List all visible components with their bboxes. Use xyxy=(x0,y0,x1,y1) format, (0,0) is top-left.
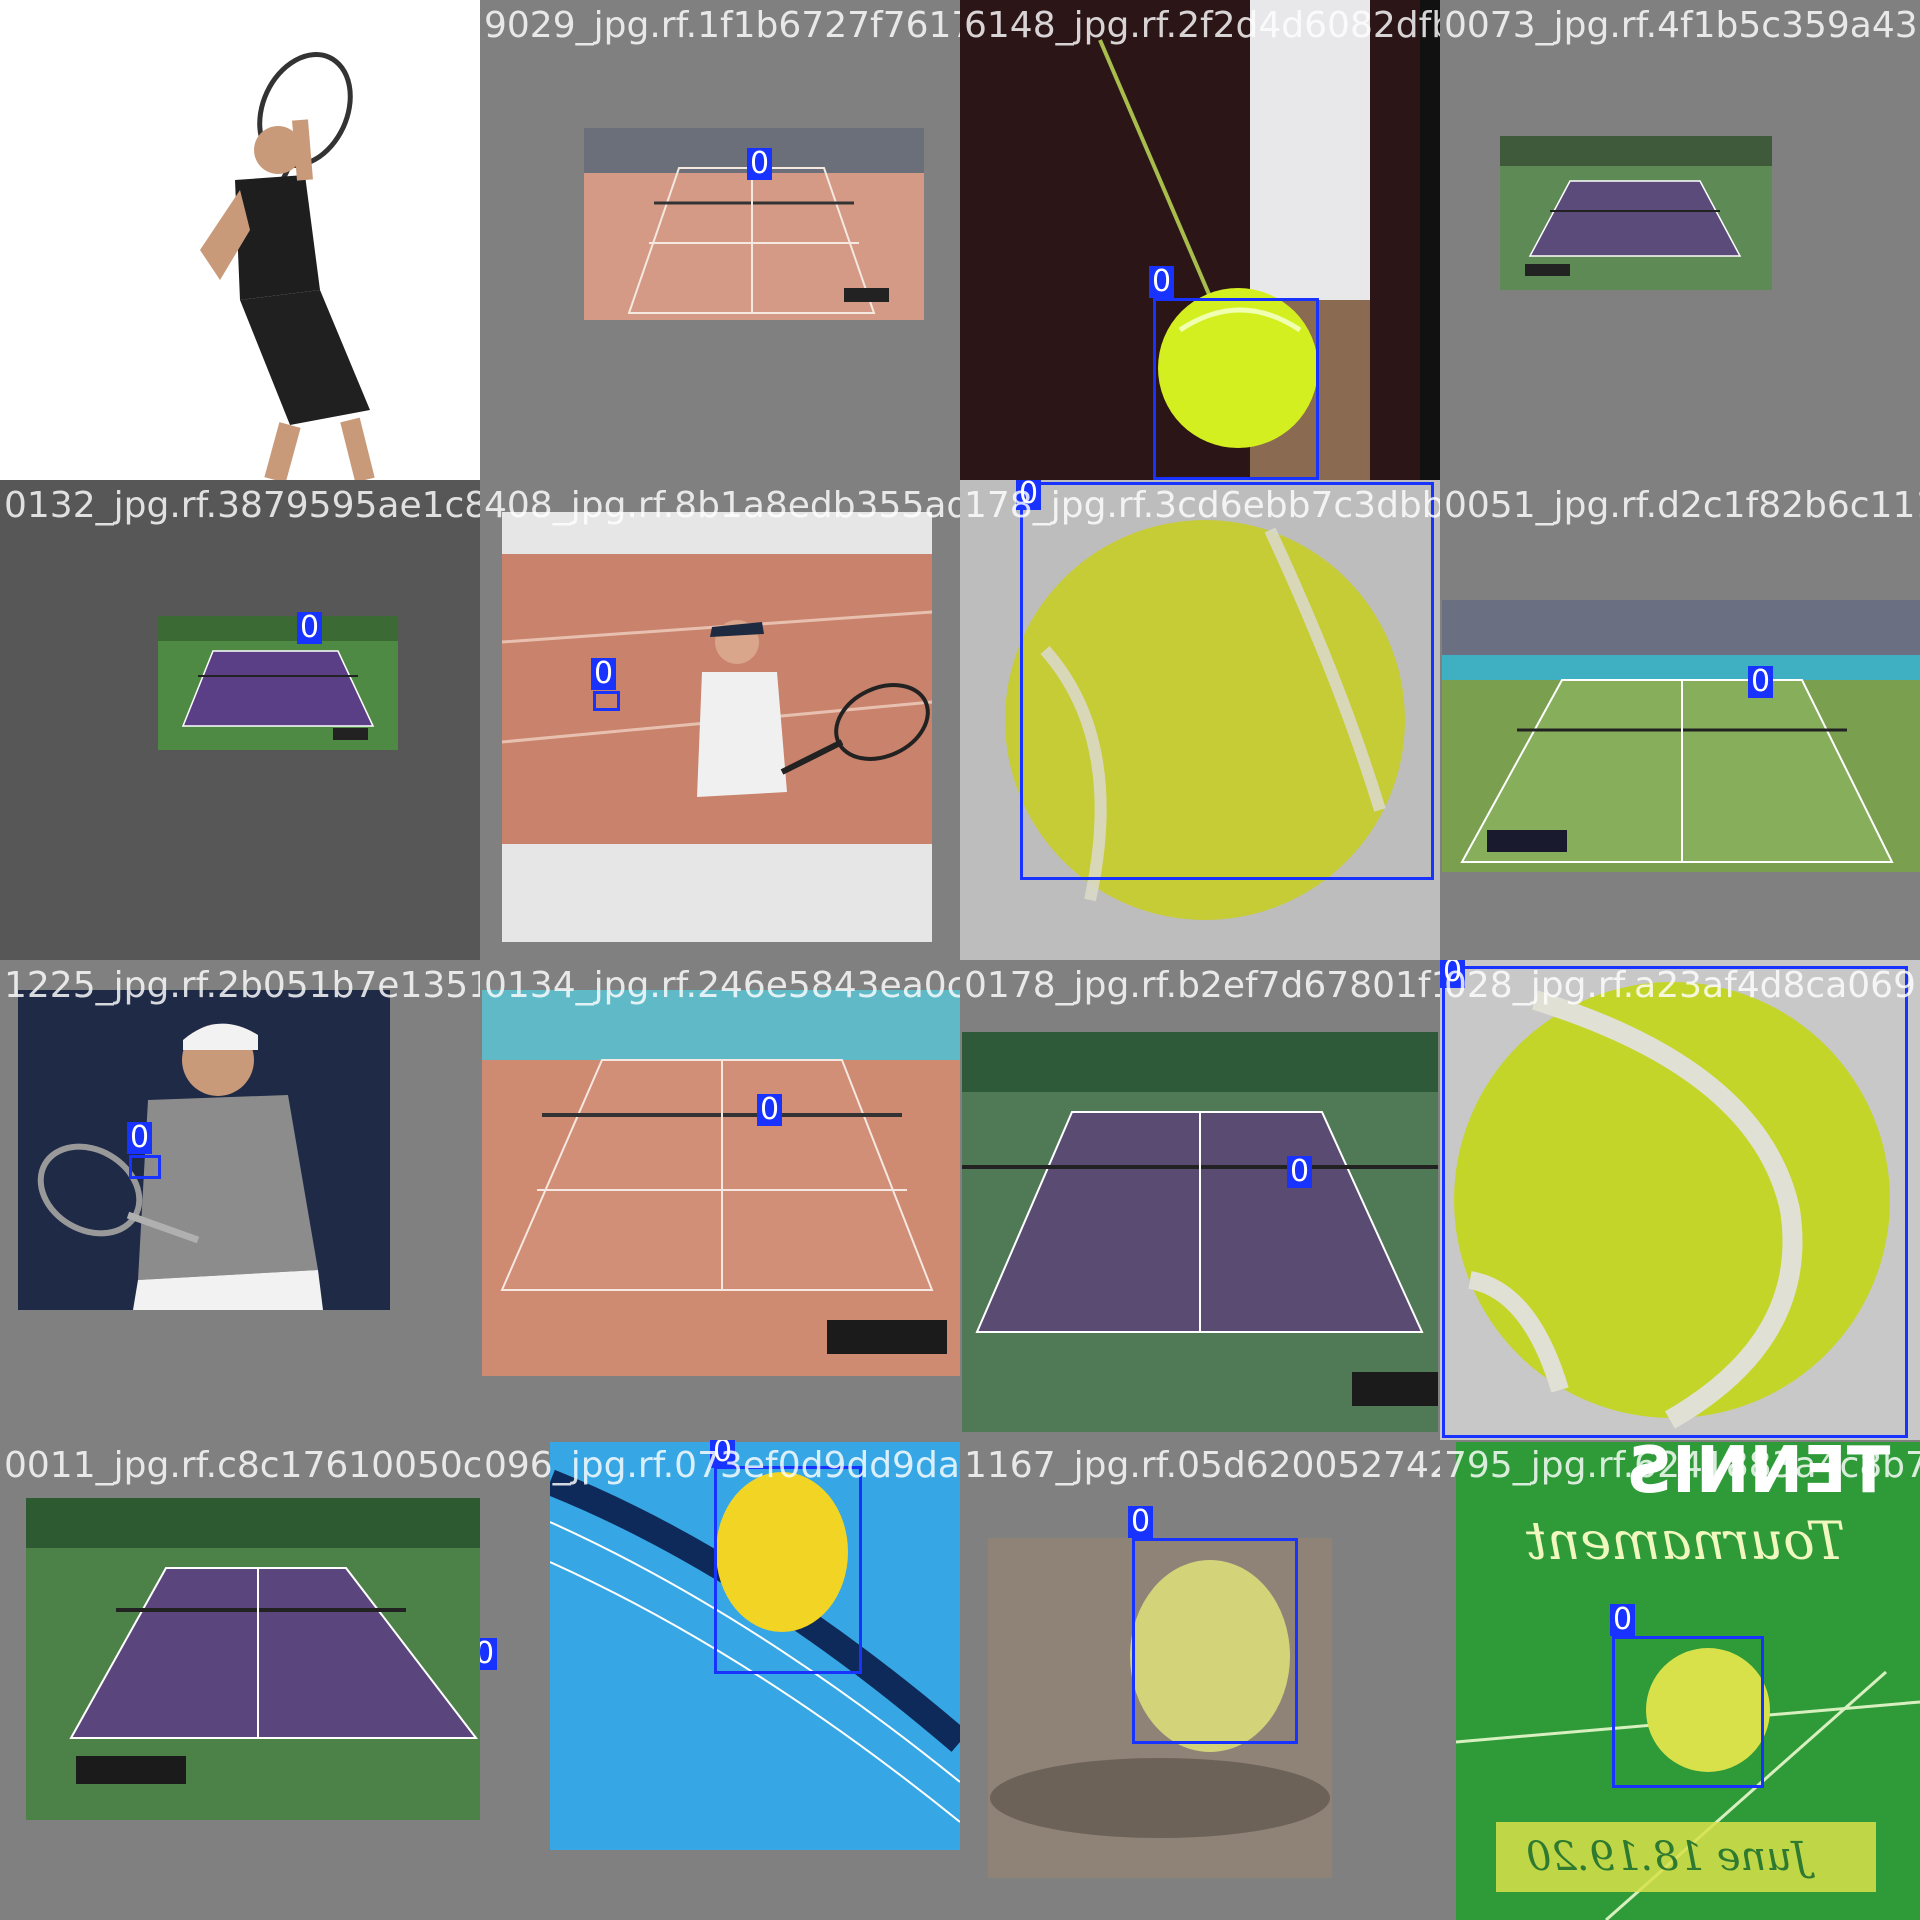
tile-filename: 0132_jpg.rf.3879595ae1c81 xyxy=(4,485,480,526)
ball-bounding-box xyxy=(714,1466,862,1674)
hard-court-photo xyxy=(962,1032,1438,1432)
ball-bounding-box xyxy=(1153,298,1319,480)
class-label: 0 xyxy=(480,1638,498,1670)
tile-filename: 028_jpg.rf.a23af4d8ca069 xyxy=(1444,965,1916,1006)
tile-filename: 0011_jpg.rf.c8c17610050c1 xyxy=(4,1445,480,1486)
tile-filename: 096_jpg.rf.073ef0d9dd9dae xyxy=(484,1445,960,1486)
class-label: 0 xyxy=(297,612,323,644)
ball-bounding-box xyxy=(1442,966,1908,1438)
tile-filename: 795_jpg.rf.6241883a4c8b7 xyxy=(1444,1445,1920,1486)
tile-filename: 178_jpg.rf.3cd6ebb7c3dbb2 xyxy=(964,485,1440,526)
ball-bounding-box xyxy=(1612,1636,1764,1788)
tile-12: 0 028_jpg.rf.a23af4d8ca069 xyxy=(1440,960,1920,1440)
player-serving-photo xyxy=(200,52,375,480)
tile-2: 0 9029_jpg.rf.1f1b6727f761756bfe xyxy=(480,0,960,480)
hard-court-photo xyxy=(1500,136,1772,290)
class-label: 0 xyxy=(1748,666,1774,698)
tile-5: 0 0132_jpg.rf.3879595ae1c81 xyxy=(0,480,480,960)
tile-filename: 408_jpg.rf.8b1a8edb355ad xyxy=(484,485,960,526)
player-backhand-photo xyxy=(18,990,390,1310)
tile-9: 0 1225_jpg.rf.2b051b7e13519 xyxy=(0,960,480,1440)
mosaic-grid: 405_jpg.rf.f4992da19dd75c1 0 9029_jpg.rf… xyxy=(0,0,1920,1920)
tile-filename: 0178_jpg.rf.b2ef7d67801f15e xyxy=(964,965,1440,1006)
class-label: 0 xyxy=(1287,1156,1313,1188)
tile-15: 0 1167_jpg.rf.05d62005274221 xyxy=(960,1440,1440,1920)
tile-filename: 1167_jpg.rf.05d62005274221 xyxy=(964,1445,1440,1486)
hard-court-photo xyxy=(158,616,398,750)
girl-clay-photo xyxy=(502,512,932,942)
tile-filename: 6148_jpg.rf.2f2d4d6082dfb7f4d xyxy=(964,5,1440,46)
tile-4: 0073_jpg.rf.4f1b5c359a43082 xyxy=(1440,0,1920,480)
tile-14: 0 0 096_jpg.rf.073ef0d9dd9dae xyxy=(480,1440,960,1920)
tile-7: 0 178_jpg.rf.3cd6ebb7c3dbb2 xyxy=(960,480,1440,960)
tile-3: 0 6148_jpg.rf.2f2d4d6082dfb7f4d xyxy=(960,0,1440,480)
class-label: 0 xyxy=(1128,1506,1154,1538)
ball-bounding-box xyxy=(593,691,620,711)
ball-bounding-box xyxy=(1132,1538,1298,1744)
tile-filename: 1225_jpg.rf.2b051b7e13519 xyxy=(4,965,480,1006)
tile-filename: 0073_jpg.rf.4f1b5c359a43082 xyxy=(1444,5,1920,46)
class-label: 0 xyxy=(747,148,773,180)
ball-bounding-box xyxy=(1020,482,1434,880)
class-label: 0 xyxy=(757,1094,783,1126)
class-label: 0 xyxy=(1149,266,1175,298)
tile-10: 0 0134_jpg.rf.246e5843ea0c55 xyxy=(480,960,960,1440)
poster-date: June 18.19.20 xyxy=(1526,1834,1809,1880)
grass-court-photo xyxy=(1442,600,1920,872)
hard-court-photo xyxy=(26,1498,480,1820)
tile-16: TENNIS Tournament June 18.19.20 0 795_jp… xyxy=(1440,1440,1920,1920)
tile-11: 0 0178_jpg.rf.b2ef7d67801f15e xyxy=(960,960,1440,1440)
tile-filename: 0051_jpg.rf.d2c1f82b6c1114 xyxy=(1444,485,1920,526)
tile-filename: 405_jpg.rf.f4992da19dd75c1 xyxy=(4,5,480,46)
tile-13: 0011_jpg.rf.c8c17610050c1 xyxy=(0,1440,480,1920)
poster-script: Tournament xyxy=(1526,1512,1846,1572)
tile-1: 405_jpg.rf.f4992da19dd75c1 xyxy=(0,0,480,480)
tile-6: 0 408_jpg.rf.8b1a8edb355ad xyxy=(480,480,960,960)
class-label: 0 xyxy=(127,1122,153,1154)
tile-8: 0 0051_jpg.rf.d2c1f82b6c1114 xyxy=(1440,480,1920,960)
ball-bounding-box xyxy=(129,1155,161,1179)
madrid-clay-photo xyxy=(482,990,960,1376)
tile-filename: 0134_jpg.rf.246e5843ea0c55 xyxy=(484,965,960,1006)
tile-filename: 9029_jpg.rf.1f1b6727f761756bfe xyxy=(484,5,960,46)
class-label: 0 xyxy=(1610,1604,1636,1636)
class-label: 0 xyxy=(591,658,617,690)
